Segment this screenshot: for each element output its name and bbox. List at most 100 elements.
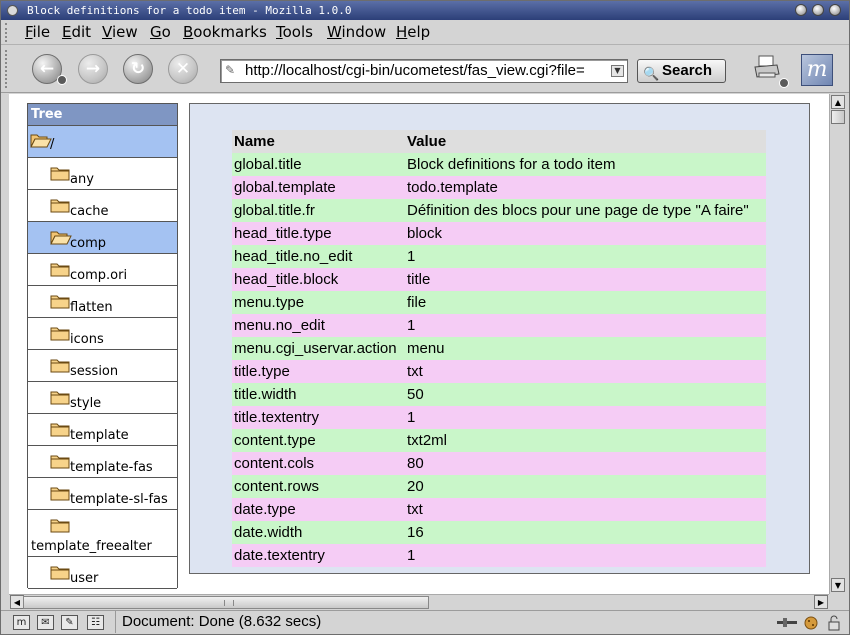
horizontal-scroll-thumb[interactable]: [23, 596, 429, 609]
url-input[interactable]: http://localhost/cgi-bin/ucometest/fas_v…: [245, 62, 605, 79]
properties-table: Name Value global.title Block definitions…: [232, 130, 766, 567]
tree-item-root[interactable]: /: [28, 126, 177, 158]
print-button[interactable]: [753, 54, 789, 88]
cell-name: title.type: [232, 360, 405, 383]
cell-value: 50: [405, 383, 766, 406]
cell-name: title.width: [232, 383, 405, 406]
vertical-scrollbar[interactable]: ▲ ▼: [829, 94, 846, 594]
forward-button[interactable]: →: [78, 54, 108, 84]
navigator-icon[interactable]: m: [13, 615, 30, 630]
tree-item-icons[interactable]: icons: [28, 318, 177, 350]
tree-item-any[interactable]: any: [28, 158, 177, 190]
browser-window: Block definitions for a todo item - Mozi…: [0, 0, 850, 635]
tree-item-template-fas[interactable]: template-fas: [28, 446, 177, 478]
folder-icon: [50, 325, 70, 341]
tree-item-template-freealter[interactable]: template_freealter: [28, 510, 177, 557]
scroll-down-icon[interactable]: ▼: [831, 578, 845, 592]
horizontal-scrollbar[interactable]: ◀ ▶: [9, 594, 829, 609]
cell-value: 20: [405, 475, 766, 498]
scroll-right-icon[interactable]: ▶: [814, 595, 828, 609]
folder-icon: [50, 564, 70, 580]
mozilla-logo-icon[interactable]: m: [801, 54, 833, 86]
menu-item-window[interactable]: Window: [327, 23, 386, 41]
tree-item-session[interactable]: session: [28, 350, 177, 382]
maximize-icon[interactable]: [812, 4, 824, 16]
status-indicators: [777, 615, 840, 631]
tree-item-comp[interactable]: comp: [28, 222, 177, 254]
url-bar[interactable]: ✎ http://localhost/cgi-bin/ucometest/fas…: [220, 59, 628, 83]
cookie-icon: [804, 616, 818, 630]
cell-value: 1: [405, 245, 766, 268]
tree-item-comp-ori[interactable]: comp.ori: [28, 254, 177, 286]
folder-icon: [50, 389, 70, 405]
back-arrow-icon: ←: [39, 59, 55, 79]
vertical-scroll-thumb[interactable]: [831, 110, 845, 124]
mail-icon[interactable]: ✉: [37, 615, 54, 630]
window-menu-icon[interactable]: [7, 5, 18, 16]
online-status-icon: [777, 618, 797, 627]
cell-value: menu: [405, 337, 766, 360]
table-row: global.template todo.template: [232, 176, 766, 199]
cell-name: date.textentry: [232, 544, 405, 567]
tree-item-label: template-fas: [70, 460, 153, 475]
security-lock-icon: [828, 615, 840, 631]
tree-item-label: template_freealter: [31, 539, 152, 554]
tree-item-cache[interactable]: cache: [28, 190, 177, 222]
back-button[interactable]: ←: [32, 54, 67, 85]
menu-item-bookmarks[interactable]: Bookmarks: [183, 23, 267, 41]
tree-item-flatten[interactable]: flatten: [28, 286, 177, 318]
reload-button[interactable]: ↻: [123, 54, 153, 84]
scroll-left-icon[interactable]: ◀: [10, 595, 24, 609]
column-header-value: Value: [405, 130, 766, 153]
tree-item-label: comp.ori: [70, 268, 128, 283]
tree-item-template[interactable]: template: [28, 414, 177, 446]
cell-value: Définition des blocs pour une page de ty…: [405, 199, 766, 222]
menubar-grip[interactable]: [5, 23, 13, 42]
table-row: title.width 50: [232, 383, 766, 406]
column-header-name: Name: [232, 130, 405, 153]
search-button[interactable]: 🔍 Search: [637, 59, 726, 83]
folder-icon: [50, 197, 70, 213]
menu-item-tools[interactable]: Tools: [276, 23, 313, 41]
menu-item-help[interactable]: Help: [396, 23, 430, 41]
tree-item-label: user: [70, 571, 99, 586]
cell-value: todo.template: [405, 176, 766, 199]
folder-icon: [50, 165, 70, 181]
url-history-dropdown-icon[interactable]: ▼: [611, 65, 624, 77]
tree-item-style[interactable]: style: [28, 382, 177, 414]
window-title: Block definitions for a todo item - Mozi…: [27, 4, 352, 17]
folder-icon: [50, 421, 70, 437]
forward-arrow-icon: →: [85, 59, 101, 79]
scroll-up-icon[interactable]: ▲: [831, 95, 845, 109]
navbar-grip[interactable]: [5, 50, 13, 88]
page-proxy-icon[interactable]: ✎: [225, 63, 235, 77]
minimize-icon[interactable]: [795, 4, 807, 16]
address-book-icon[interactable]: ☷: [87, 615, 104, 630]
tree-item-user[interactable]: user: [28, 557, 177, 589]
table-row: date.textentry 1: [232, 544, 766, 567]
print-dropdown-icon[interactable]: [779, 78, 789, 88]
menu-item-file[interactable]: File: [25, 23, 50, 41]
table-row: content.cols 80: [232, 452, 766, 475]
menu-item-go[interactable]: Go: [150, 23, 171, 41]
tree-item-template-sl-fas[interactable]: template-sl-fas: [28, 478, 177, 510]
folder-icon: [50, 261, 70, 277]
close-icon[interactable]: [829, 4, 841, 16]
cell-name: head_title.no_edit: [232, 245, 405, 268]
back-dropdown-icon[interactable]: [57, 75, 67, 85]
composer-icon[interactable]: ✎: [61, 615, 78, 630]
cell-value: txt2ml: [405, 429, 766, 452]
menu-item-view[interactable]: View: [102, 23, 138, 41]
tree-frame: Tree / any cache comp comp.ori flatten icons se…: [27, 103, 178, 589]
cell-name: date.type: [232, 498, 405, 521]
table-row: head_title.block title: [232, 268, 766, 291]
cell-value: file: [405, 291, 766, 314]
cell-value: Block definitions for a todo item: [405, 153, 766, 176]
reload-icon: ↻: [130, 59, 146, 79]
stop-button[interactable]: ✕: [168, 54, 198, 84]
cell-name: head_title.type: [232, 222, 405, 245]
cell-name: global.title: [232, 153, 405, 176]
menu-item-edit[interactable]: Edit: [62, 23, 91, 41]
cell-name: global.title.fr: [232, 199, 405, 222]
cell-name: global.template: [232, 176, 405, 199]
